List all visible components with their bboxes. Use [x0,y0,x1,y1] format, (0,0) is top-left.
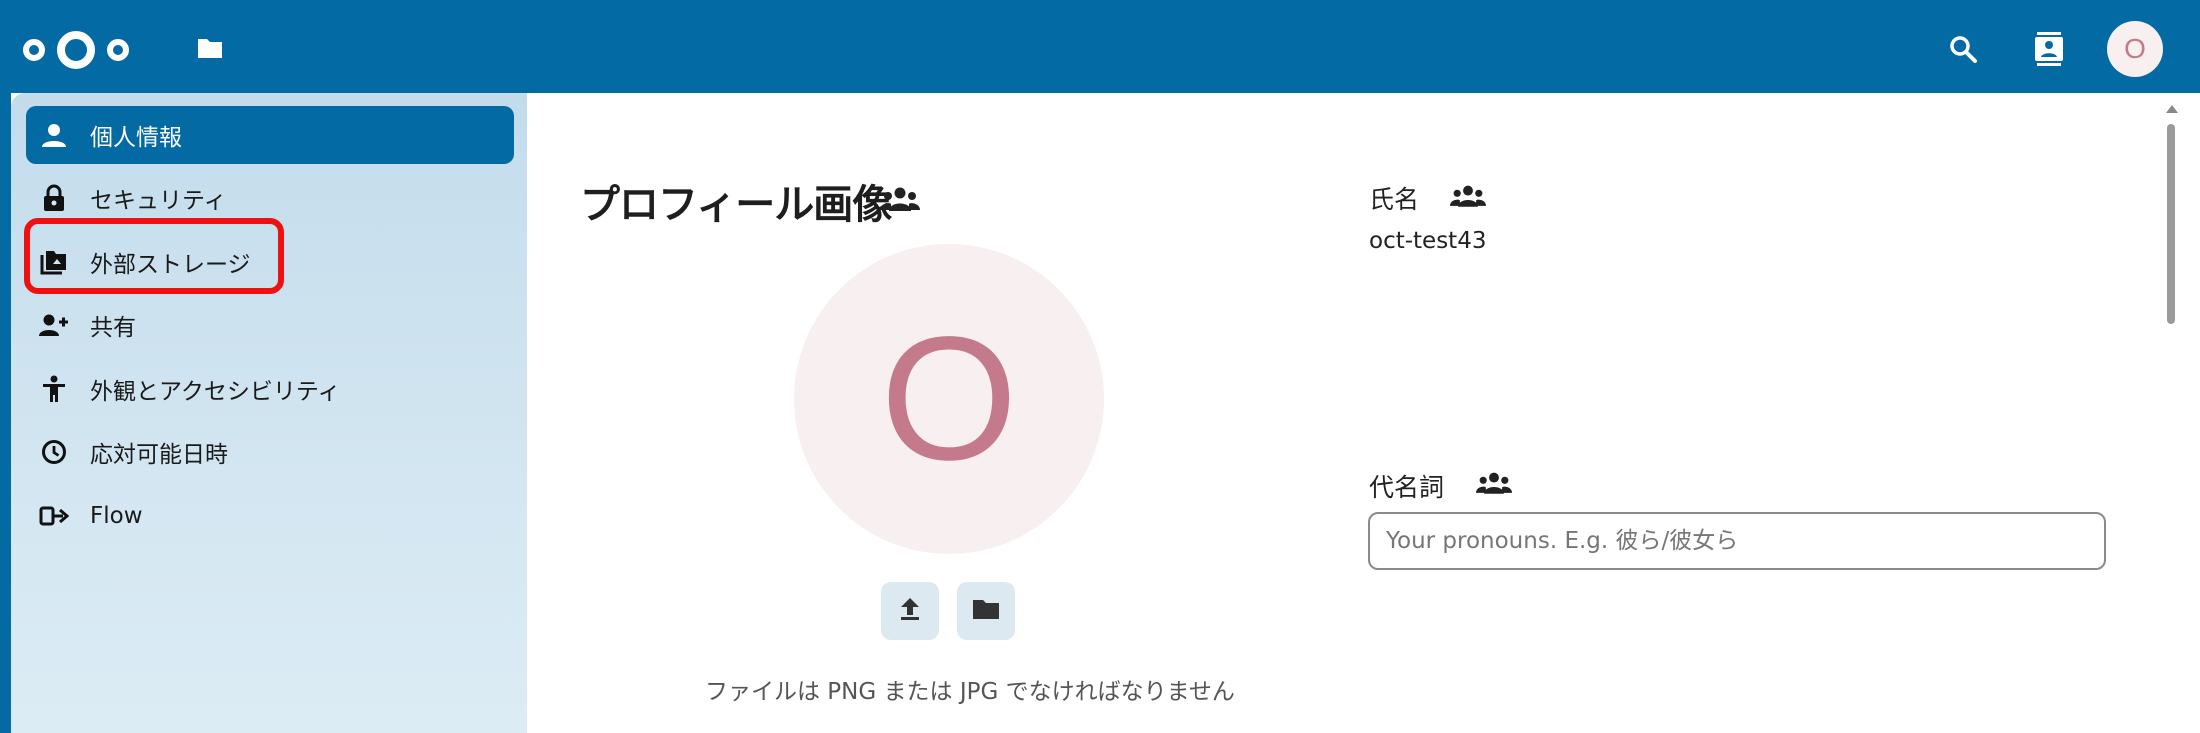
lock-icon [38,182,70,214]
sidebar-item-appearance-accessibility[interactable]: 外観とアクセシビリティ [26,360,514,418]
profile-picture-title: プロフィール画像 [580,182,892,228]
sidebar-item-personal-info[interactable]: 個人情報 [26,106,514,164]
group-visibility-icon[interactable] [1476,471,1512,499]
sidebar-item-label: Flow [90,503,143,529]
sidebar-item-label: 個人情報 [90,125,182,151]
user-avatar[interactable]: O [2107,21,2163,77]
share-person-icon [38,309,70,341]
sidebar-item-label: 応対可能日時 [90,442,228,468]
scrollbar-thumb[interactable] [2167,124,2175,324]
name-label: 氏名 [1369,185,1420,214]
files-icon[interactable] [196,36,224,64]
frame-border [0,93,11,733]
flow-icon [38,500,70,532]
profile-avatar: O [794,244,1104,554]
search-icon[interactable] [1948,34,1978,68]
name-value: oct-test43 [1369,228,1487,254]
accessibility-icon [38,373,70,405]
pronouns-input[interactable] [1368,512,2106,570]
person-icon [38,119,70,151]
upload-button[interactable] [881,582,939,640]
sidebar-item-sharing[interactable]: 共有 [26,296,514,354]
folder-icon [971,597,1001,625]
upload-icon [898,596,922,626]
scroll-up-arrow-icon[interactable] [2165,100,2179,119]
clock-icon [38,436,70,468]
header-bar: O [0,0,2200,93]
highlight-box [24,218,284,294]
file-type-hint: ファイルは PNG または JPG でなければなりません [705,679,1235,705]
contacts-icon[interactable] [2034,32,2064,70]
settings-sidebar: 個人情報 セキュリティ 外部ストレージ 共有 外観とアクセシビリティ 応対可能日… [11,93,527,733]
pronouns-label: 代名詞 [1369,473,1445,502]
group-visibility-icon[interactable] [880,186,920,216]
sidebar-item-flow[interactable]: Flow [26,487,514,545]
sidebar-item-label: 共有 [90,315,136,341]
choose-from-files-button[interactable] [957,582,1015,640]
group-visibility-icon[interactable] [1450,184,1486,212]
sidebar-item-label: 外観とアクセシビリティ [90,379,341,405]
sidebar-item-availability[interactable]: 応対可能日時 [26,423,514,481]
sidebar-item-label: セキュリティ [90,188,227,214]
nextcloud-logo[interactable] [22,28,130,76]
